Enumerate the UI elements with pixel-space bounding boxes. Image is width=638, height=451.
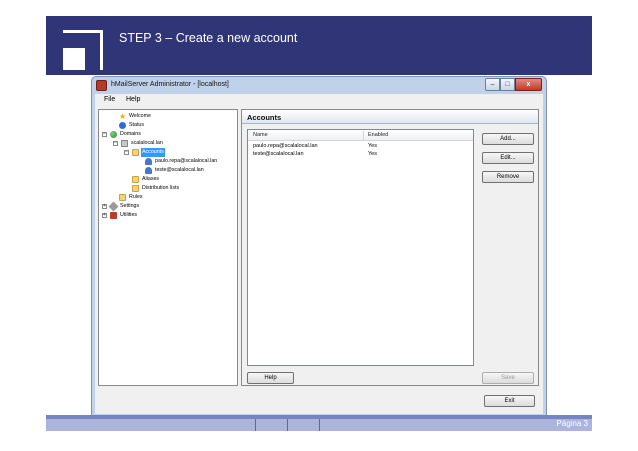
tree-item-label: Distribution lists <box>142 185 180 191</box>
list-header: Name Enabled <box>248 130 473 141</box>
accounts-panel: Accounts Name Enabled paulo.repa@scalalo… <box>241 109 539 386</box>
collapse-icon[interactable]: − <box>102 132 107 137</box>
cell-name: paulo.repa@scalalocal.lan <box>253 143 318 149</box>
slide-title: STEP 3 – Create a new account <box>119 31 298 45</box>
server-icon <box>121 140 128 147</box>
tree-item-label: Welcome <box>129 113 151 119</box>
navigation-tree: ★ Welcome Status − Domains − scalalocal.… <box>98 109 238 386</box>
tree-item-label: Settings <box>120 203 140 209</box>
user-icon <box>145 167 152 174</box>
app-icon <box>96 80 107 91</box>
footer-divider <box>319 419 320 431</box>
close-button[interactable]: x <box>515 78 542 91</box>
globe-icon <box>110 131 117 138</box>
column-header-name[interactable]: Name <box>253 132 268 138</box>
footer-divider <box>287 419 288 431</box>
tree-item-label: scalalocal.lan <box>131 140 163 146</box>
tree-item-label: Aliases <box>142 176 160 182</box>
tools-icon <box>108 201 119 212</box>
column-header-enabled[interactable]: Enabled <box>368 132 388 138</box>
window-title-bar[interactable]: hMailServer Administrator - [localhost] … <box>92 77 546 94</box>
page-number: Página 3 <box>556 419 588 428</box>
status-icon <box>119 122 126 129</box>
maximize-button[interactable]: □ <box>500 78 515 91</box>
remove-button[interactable]: Remove <box>482 171 534 183</box>
collapse-icon[interactable]: − <box>124 150 129 155</box>
panel-title: Accounts <box>247 113 282 122</box>
tree-item-label: Accounts <box>141 148 165 157</box>
folder-icon <box>132 176 139 183</box>
exit-button[interactable]: Exit <box>484 395 535 407</box>
menu-bar: File Help <box>95 94 543 106</box>
add-button[interactable]: Add... <box>482 133 534 145</box>
slide-header: STEP 3 – Create a new account <box>46 16 592 75</box>
tree-item-label: Utilities <box>120 212 138 218</box>
column-divider[interactable] <box>363 131 364 140</box>
edit-button[interactable]: Edit... <box>482 152 534 164</box>
panel-header: Accounts <box>242 110 538 124</box>
cell-enabled: Yes <box>368 151 377 157</box>
tree-item-label: Status <box>129 122 145 128</box>
tree-item-label: paulo.repa@scalalocal.lan <box>155 158 218 164</box>
logo-square-shape <box>63 48 85 70</box>
collapse-icon[interactable]: − <box>113 141 118 146</box>
footer-divider <box>255 419 256 431</box>
table-row[interactable]: paulo.repa@scalalocal.lan Yes <box>248 142 473 150</box>
minimize-button[interactable]: – <box>485 78 500 91</box>
tree-item-label: Domains <box>120 131 141 137</box>
menu-help[interactable]: Help <box>126 96 140 103</box>
accounts-list[interactable]: Name Enabled paulo.repa@scalalocal.lan Y… <box>247 129 474 366</box>
expand-icon[interactable]: + <box>102 204 107 209</box>
window-title: hMailServer Administrator - [localhost] <box>111 81 229 88</box>
menu-file[interactable]: File <box>104 96 115 103</box>
hmailserver-window: hMailServer Administrator - [localhost] … <box>91 76 547 416</box>
folder-icon <box>132 185 139 192</box>
slide-footer: Página 3 <box>46 415 592 431</box>
window-client-area: ★ Welcome Status − Domains − scalalocal.… <box>95 106 543 414</box>
cell-name: teste@scalalocal.lan <box>253 151 304 157</box>
folder-icon <box>132 149 139 156</box>
star-icon: ★ <box>119 112 127 121</box>
tree-item-label: Rules <box>129 194 143 200</box>
tree-item-label: teste@scalalocal.lan <box>155 167 204 173</box>
save-button[interactable]: Save <box>482 372 534 384</box>
cell-enabled: Yes <box>368 143 377 149</box>
table-row[interactable]: teste@scalalocal.lan Yes <box>248 150 473 158</box>
help-button[interactable]: Help <box>247 372 294 384</box>
user-icon <box>145 158 152 165</box>
utilities-icon <box>110 212 117 219</box>
expand-icon[interactable]: + <box>102 213 107 218</box>
folder-icon <box>119 194 126 201</box>
